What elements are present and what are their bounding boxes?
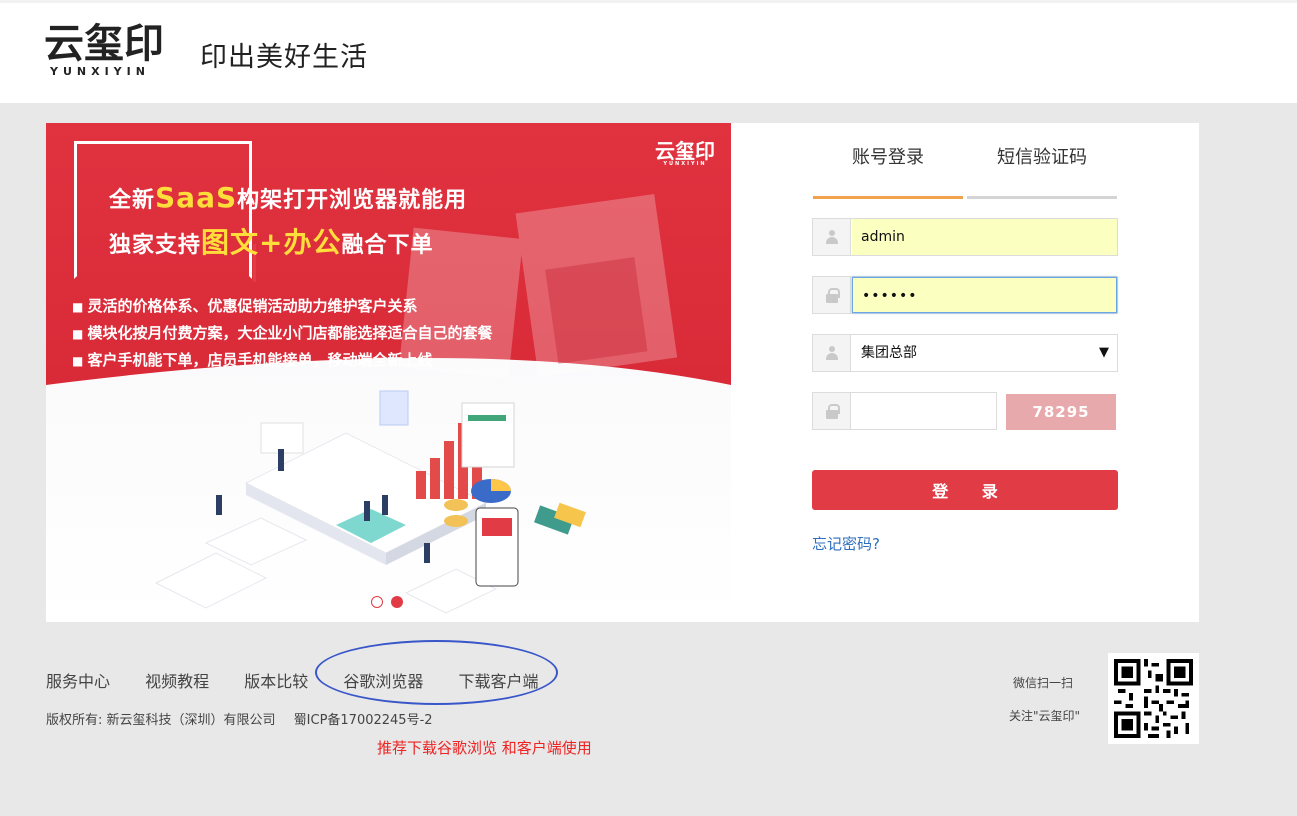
copyright: 版权所有: 新云玺科技（深圳）有限公司 蜀ICP备17002245号-2 <box>46 709 447 728</box>
password-field[interactable]: •••••• <box>812 276 1118 314</box>
link-service-center[interactable]: 服务中心 <box>46 672 110 691</box>
brand-logo[interactable]: 云玺印 YUNXIYIN <box>44 17 186 81</box>
wechat-scan-text: 微信扫一扫 <box>1013 676 1074 690</box>
lock-icon <box>813 277 851 313</box>
username-input[interactable]: admin <box>852 219 1117 255</box>
link-version-compare[interactable]: 版本比较 <box>244 672 308 691</box>
tab-account-login[interactable]: 账号登录 <box>813 145 963 199</box>
login-panel: 账号登录 短信验证码 admin •••••• 集团总部 ▼ 78295 登 录… <box>731 123 1199 622</box>
captcha-input[interactable] <box>852 393 996 429</box>
login-button[interactable]: 登 录 <box>812 470 1118 510</box>
link-video-tutorials[interactable]: 视频教程 <box>145 672 209 691</box>
logo-subtitle: YUNXIYIN <box>50 65 150 78</box>
store-select[interactable]: 集团总部 ▼ <box>812 334 1118 372</box>
slogan: 印出美好生活 <box>200 42 368 73</box>
banner-logo: 云玺印 YUNXIYIN <box>655 139 715 167</box>
promo-banner[interactable]: 全新SaaS构架打开浏览器就能用 独家支持图文+办公融合下单 灵活的价格体系、优… <box>46 123 731 622</box>
annotation-oval <box>315 640 558 705</box>
icp-number[interactable]: 蜀ICP备17002245号-2 <box>294 713 433 728</box>
user-icon <box>813 219 851 255</box>
tab-sms-code[interactable]: 短信验证码 <box>967 145 1117 199</box>
store-select-value[interactable]: 集团总部 <box>852 335 1117 371</box>
feature-item: 灵活的价格体系、优惠促销活动助力维护客户关系 <box>72 293 493 320</box>
carousel-dot-active[interactable] <box>391 596 404 608</box>
headline-line-1: 全新SaaS构架打开浏览器就能用 <box>109 181 468 214</box>
carousel-dot[interactable] <box>371 596 383 608</box>
lock-icon <box>813 393 851 429</box>
feature-item: 模块化按月付费方案，大企业小门店都能选择适合自己的套餐 <box>72 320 493 347</box>
username-field[interactable]: admin <box>812 218 1118 256</box>
headline-line-2: 独家支持图文+办公融合下单 <box>109 226 434 259</box>
annotation-note: 推荐下载谷歌浏览 和客户端使用 <box>377 739 592 757</box>
feature-item: 客户手机能下单，店员手机能接单，移动端全新上线 <box>72 347 493 374</box>
wechat-follow-text: 关注"云玺印" <box>1009 709 1081 723</box>
password-input[interactable]: •••••• <box>852 277 1117 313</box>
captcha-image[interactable]: 78295 <box>1006 394 1116 430</box>
feature-list: 灵活的价格体系、优惠促销活动助力维护客户关系 模块化按月付费方案，大企业小门店都… <box>72 293 493 374</box>
carousel-dots <box>371 593 406 612</box>
forgot-password-link[interactable]: 忘记密码? <box>812 533 880 554</box>
logo-text: 云玺印 <box>44 21 164 67</box>
dropdown-arrow-icon[interactable]: ▼ <box>1099 345 1109 360</box>
user-icon <box>813 335 851 371</box>
captcha-field[interactable] <box>812 392 997 430</box>
copyright-text: 版权所有: 新云玺科技（深圳）有限公司 <box>46 713 276 728</box>
page-header: 云玺印 YUNXIYIN 印出美好生活 <box>0 0 1297 103</box>
wechat-qr-code <box>1108 653 1199 744</box>
login-tabs: 账号登录 短信验证码 <box>813 145 1117 199</box>
